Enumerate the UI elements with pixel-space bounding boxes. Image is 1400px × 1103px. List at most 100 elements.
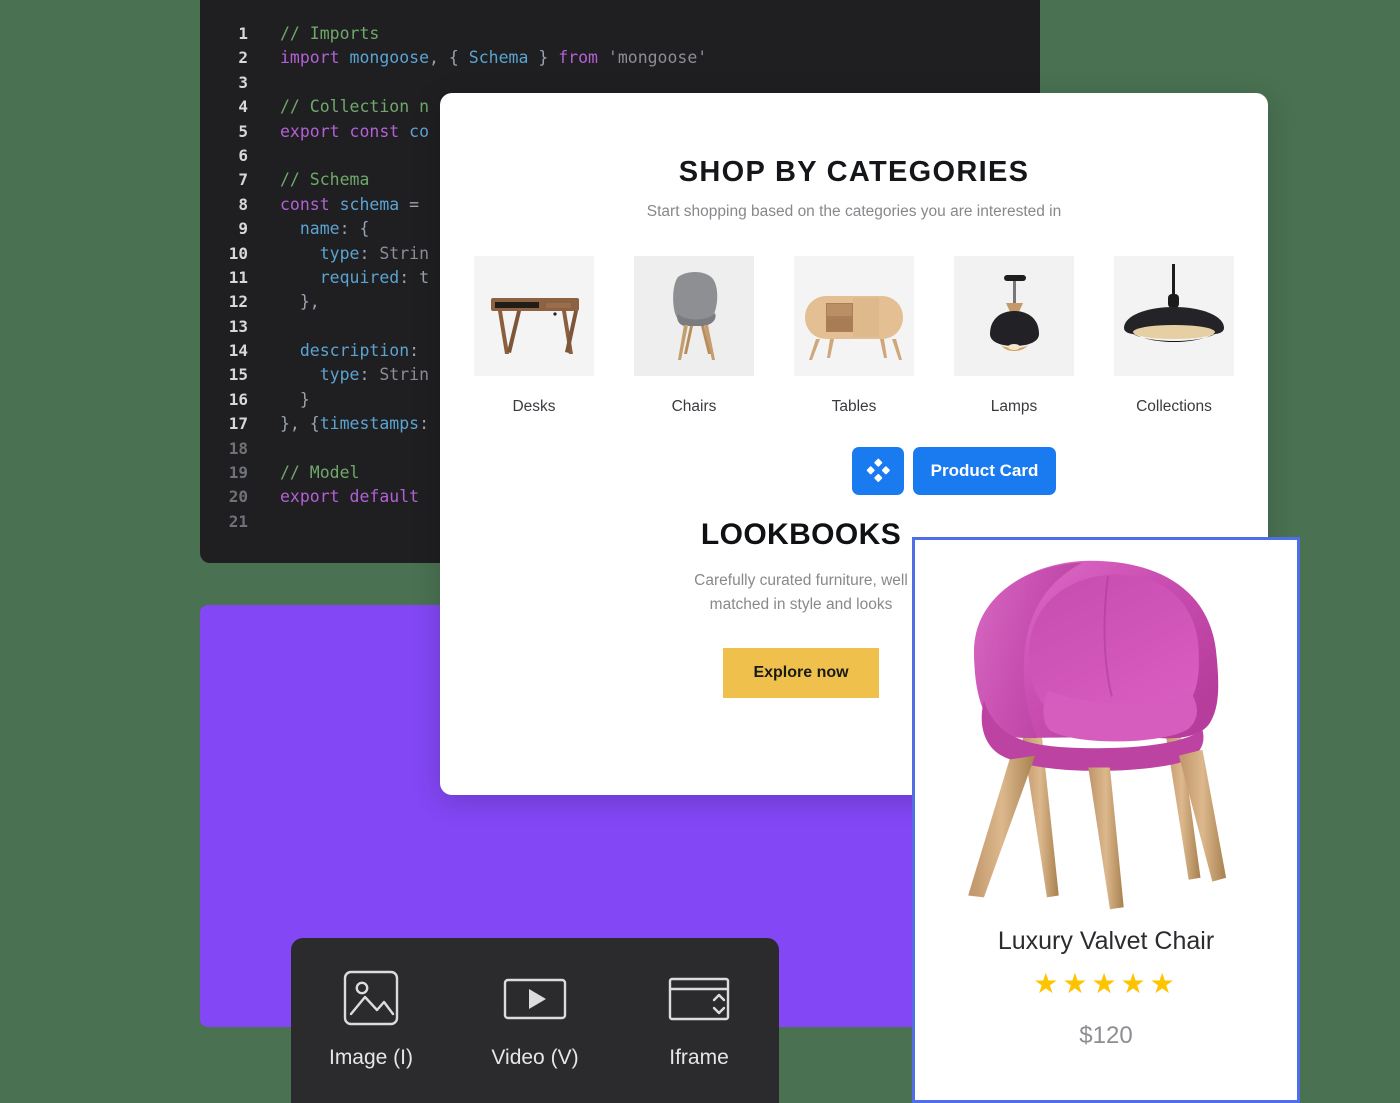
- code-token: =: [399, 194, 430, 214]
- image-icon: [339, 966, 403, 1030]
- line-number: 19: [228, 463, 248, 483]
- code-token: Schema: [468, 48, 529, 68]
- code-line-text: }: [262, 388, 310, 412]
- insert-element-toolbar: Image (I) Video (V) Iframe: [291, 938, 779, 1103]
- category-item-lamps[interactable]: Lamps: [954, 256, 1074, 416]
- line-number: 1: [238, 24, 248, 43]
- line-number: 5: [238, 121, 248, 141]
- code-line-text: description:: [262, 339, 419, 363]
- code-token: : t: [399, 267, 430, 287]
- code-token: : {: [339, 219, 370, 239]
- lookbooks-subtitle-line1: Carefully curated furniture, well: [694, 572, 908, 589]
- code-line-text: export default: [262, 485, 419, 509]
- product-card[interactable]: Luxury Valvet Chair ★★★★★ $120: [912, 537, 1300, 1103]
- line-number: 6: [238, 145, 248, 165]
- code-token: },: [280, 292, 320, 312]
- chair-thumbnail: [634, 256, 754, 376]
- code-token: timestamps: [319, 414, 420, 434]
- code-line-text: name: {: [262, 217, 370, 241]
- line-number: 17: [228, 414, 248, 434]
- product-name: Luxury Valvet Chair: [997, 927, 1215, 955]
- line-number: 16: [228, 389, 248, 409]
- desk-thumbnail: [474, 256, 594, 376]
- insert-iframe-tool[interactable]: Iframe: [644, 966, 754, 1070]
- product-rating-stars: ★★★★★: [1033, 968, 1179, 999]
- code-token: // Model: [280, 463, 360, 483]
- category-label: Lamps: [990, 398, 1038, 415]
- chair-leg-front-left: [968, 755, 1036, 898]
- iframe-icon: [666, 966, 732, 1030]
- code-line-text: // Model: [262, 461, 359, 485]
- code-token: }: [528, 48, 559, 68]
- category-label: Tables: [831, 398, 877, 415]
- category-item-tables[interactable]: Tables: [794, 256, 914, 416]
- code-token: mongoose: [349, 48, 430, 68]
- code-line-text: // Imports: [262, 22, 379, 46]
- code-token: }: [280, 389, 310, 409]
- explore-now-button[interactable]: Explore now: [723, 648, 879, 698]
- code-token: const: [349, 121, 400, 141]
- code-token: // Collection n: [280, 97, 430, 117]
- category-item-collections[interactable]: Collections: [1114, 256, 1234, 416]
- code-token: export: [280, 487, 340, 507]
- insert-image-tool[interactable]: Image (I): [316, 966, 426, 1070]
- code-token: type: [280, 243, 360, 263]
- insert-image-label: Image (I): [328, 1046, 414, 1069]
- code-token: description: [280, 341, 410, 361]
- category-item-chairs[interactable]: Chairs: [634, 256, 754, 416]
- code-line-text: required: t: [262, 266, 429, 290]
- flat-pendant-lamp-thumbnail: [1114, 256, 1234, 376]
- code-token: required: [280, 267, 400, 287]
- code-token: :: [419, 414, 430, 434]
- insert-iframe-label: Iframe: [669, 1046, 729, 1069]
- code-line-text: // Collection n: [262, 95, 429, 119]
- code-token: Strin: [379, 365, 430, 385]
- code-line[interactable]: 1 // Imports: [200, 22, 1040, 46]
- category-item-desks[interactable]: Desks: [474, 256, 594, 416]
- drag-handle-button[interactable]: [851, 447, 904, 495]
- line-number: 14: [228, 341, 248, 361]
- line-number: 10: [228, 243, 248, 263]
- line-number: 7: [238, 170, 248, 190]
- code-token: type: [280, 365, 360, 385]
- line-number: 11: [228, 267, 248, 287]
- code-token: // Imports: [280, 24, 380, 43]
- page-title: SHOP BY CATEGORIES: [678, 156, 1030, 188]
- product-price: $120: [1079, 1022, 1133, 1049]
- code-line[interactable]: 2 import mongoose, { Schema } from 'mongo…: [200, 46, 1040, 70]
- code-token: :: [359, 243, 380, 263]
- code-line-text: export const co: [262, 120, 429, 144]
- four-diamonds-icon: [866, 458, 890, 482]
- insert-video-tool[interactable]: Video (V): [480, 966, 590, 1070]
- code-line-text: import mongoose, { Schema } from 'mongoo…: [262, 46, 707, 70]
- code-line-text: const schema =: [262, 193, 429, 217]
- line-number: 3: [238, 72, 248, 92]
- line-number: 15: [228, 365, 248, 385]
- code-token: schema: [339, 194, 400, 214]
- line-number: 18: [228, 438, 248, 458]
- code-token: export: [280, 121, 340, 141]
- lookbooks-subtitle-line2: matched in style and looks: [709, 596, 893, 613]
- code-token: :: [359, 365, 380, 385]
- code-token: co: [409, 121, 430, 141]
- code-line[interactable]: 3: [200, 71, 1040, 95]
- code-line-text: // Schema: [262, 168, 369, 192]
- line-number: 21: [228, 511, 248, 531]
- pink-velvet-armchair-illustration: [968, 560, 1227, 910]
- category-label: Collections: [1136, 398, 1212, 415]
- code-token: Strin: [379, 243, 430, 263]
- code-token: , {: [429, 48, 469, 68]
- insert-video-label: Video (V): [491, 1046, 579, 1069]
- code-token: 'mongoose': [607, 48, 708, 68]
- sideboard-thumbnail: [794, 256, 914, 376]
- product-card-label-button[interactable]: Product Card: [912, 447, 1057, 495]
- category-list: Desks Chairs Tables Lamps Collections: [440, 256, 1268, 416]
- code-line-text: type: Strin: [262, 363, 429, 387]
- code-token: // Schema: [280, 170, 370, 190]
- code-token: from: [558, 48, 598, 68]
